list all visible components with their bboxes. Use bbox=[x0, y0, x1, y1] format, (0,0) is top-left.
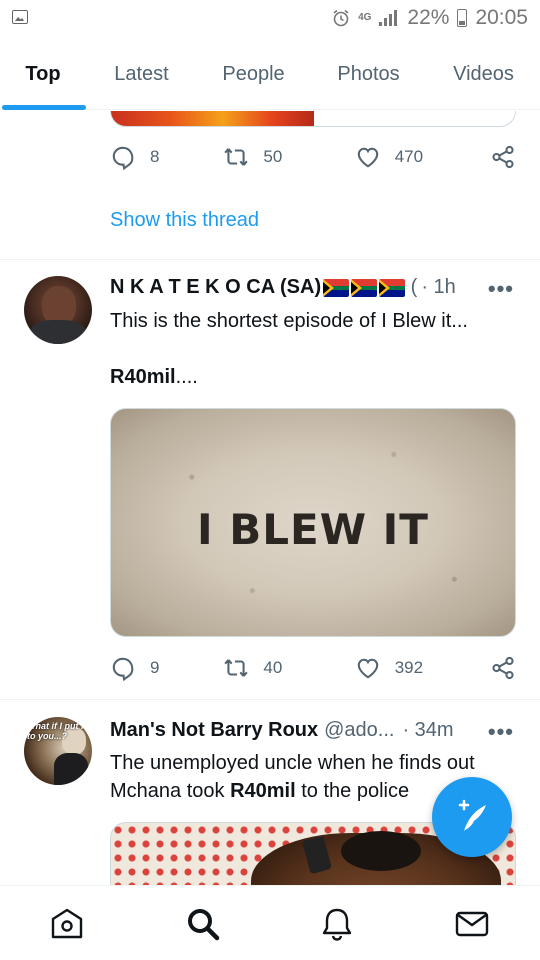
timestamp: · 1h bbox=[421, 276, 456, 298]
notifications-button[interactable] bbox=[319, 906, 355, 942]
reply-count: 8 bbox=[150, 147, 160, 166]
alarm-icon bbox=[333, 9, 349, 27]
more-options-icon[interactable]: ••• bbox=[488, 719, 514, 745]
tab-label: People bbox=[222, 62, 285, 85]
reply-button[interactable]: 9 bbox=[110, 655, 223, 681]
tab-label: Top bbox=[25, 62, 61, 85]
avatar-caption: What if I put it to you...? bbox=[27, 721, 87, 741]
share-icon bbox=[492, 145, 514, 169]
retweet-count: 50 bbox=[263, 147, 283, 166]
battery-icon bbox=[457, 9, 468, 27]
retweet-button[interactable]: 50 bbox=[223, 144, 354, 170]
media-title-text: I BLEW IT bbox=[197, 505, 429, 554]
tweet-feed[interactable]: 8 50 470 Show this thread N K A T E K O … bbox=[0, 111, 540, 886]
network-type-indicator: 4G bbox=[358, 12, 372, 23]
tweet-image bbox=[111, 111, 314, 126]
messages-icon bbox=[455, 911, 489, 937]
clock: 20:05 bbox=[475, 6, 528, 29]
notifications-icon bbox=[322, 908, 352, 941]
south-africa-flag-icon bbox=[351, 278, 378, 297]
like-button[interactable]: 392 bbox=[355, 655, 490, 681]
tweet-header: N K A T E K O CA (SA) ( · 1h bbox=[110, 276, 456, 299]
tab-people[interactable]: People bbox=[197, 38, 310, 110]
gallery-notification-icon bbox=[12, 10, 28, 24]
tweet-header: Man's Not Barry Roux @ado... · 34m bbox=[110, 719, 454, 742]
media-hair bbox=[341, 831, 421, 871]
compose-feather-icon bbox=[458, 799, 486, 831]
tab-label: Latest bbox=[114, 62, 169, 85]
divider bbox=[0, 699, 540, 700]
signal-strength-icon bbox=[379, 10, 399, 26]
status-bar-right: 4G 22% 20:05 bbox=[332, 6, 528, 30]
reply-button[interactable]: 8 bbox=[110, 144, 223, 170]
share-button[interactable] bbox=[490, 144, 516, 170]
like-count: 392 bbox=[394, 658, 424, 677]
heart-icon bbox=[357, 658, 378, 679]
avatar-robe bbox=[54, 753, 88, 785]
more-options-icon[interactable]: ••• bbox=[488, 276, 514, 302]
show-thread-link[interactable]: Show this thread bbox=[110, 209, 259, 232]
tab-photos[interactable]: Photos bbox=[310, 38, 427, 110]
handle: @ado... bbox=[324, 719, 395, 741]
tweet-text-bold: R40mil bbox=[110, 366, 176, 388]
avatar[interactable]: What if I put it to you...? bbox=[24, 717, 92, 785]
tweet-actions: 9 40 392 bbox=[110, 653, 516, 683]
tweet-actions: 8 50 470 bbox=[110, 142, 516, 172]
retweet-icon bbox=[224, 148, 249, 166]
reply-icon bbox=[112, 146, 134, 170]
home-icon bbox=[51, 908, 83, 939]
share-button[interactable] bbox=[490, 655, 516, 681]
tab-label: Photos bbox=[337, 62, 400, 85]
tweet-text-suffix: .... bbox=[175, 366, 198, 388]
search-button[interactable] bbox=[185, 906, 221, 942]
tab-latest[interactable]: Latest bbox=[86, 38, 197, 110]
search-icon bbox=[188, 909, 220, 941]
battery-percentage: 22% bbox=[407, 6, 450, 29]
tweet-text-suffix: to the police bbox=[295, 780, 410, 802]
south-africa-flag-icon bbox=[379, 278, 406, 297]
display-name[interactable]: N K A T E K O CA (SA) bbox=[110, 276, 321, 299]
tweet-text: R40mil.... bbox=[110, 363, 510, 391]
tweet-text: This is the shortest episode of I Blew i… bbox=[110, 307, 510, 335]
bottom-navigation bbox=[0, 885, 540, 960]
share-icon bbox=[492, 656, 514, 680]
like-button[interactable]: 470 bbox=[355, 144, 490, 170]
home-button[interactable] bbox=[49, 906, 85, 942]
tweet-media[interactable]: I BLEW IT bbox=[110, 408, 516, 637]
tab-label: Videos bbox=[453, 62, 514, 85]
reply-count: 9 bbox=[150, 658, 160, 677]
avatar[interactable] bbox=[24, 276, 92, 344]
display-name[interactable]: Man's Not Barry Roux bbox=[110, 719, 318, 742]
retweet-count: 40 bbox=[263, 658, 283, 677]
timestamp: · 34m bbox=[402, 719, 454, 741]
handle: ( bbox=[405, 276, 418, 298]
heart-icon bbox=[357, 147, 378, 168]
retweet-icon bbox=[224, 659, 249, 677]
tab-top[interactable]: Top bbox=[0, 38, 86, 110]
active-tab-indicator bbox=[2, 105, 86, 110]
tweet-media[interactable] bbox=[110, 111, 516, 127]
south-africa-flag-icon bbox=[323, 278, 350, 297]
divider bbox=[0, 259, 540, 260]
status-bar: 4G 22% 20:05 bbox=[0, 0, 540, 38]
tweet-text-bold: R40mil bbox=[230, 780, 296, 802]
retweet-button[interactable]: 40 bbox=[223, 655, 354, 681]
tab-videos[interactable]: Videos bbox=[427, 38, 540, 110]
like-count: 470 bbox=[394, 147, 424, 166]
compose-tweet-button[interactable] bbox=[432, 777, 512, 857]
messages-button[interactable] bbox=[454, 906, 490, 942]
tweet-text-line: This is the shortest episode of I Blew i… bbox=[110, 310, 468, 332]
reply-icon bbox=[112, 657, 134, 681]
search-tabs: Top Latest People Photos Videos bbox=[0, 38, 540, 110]
